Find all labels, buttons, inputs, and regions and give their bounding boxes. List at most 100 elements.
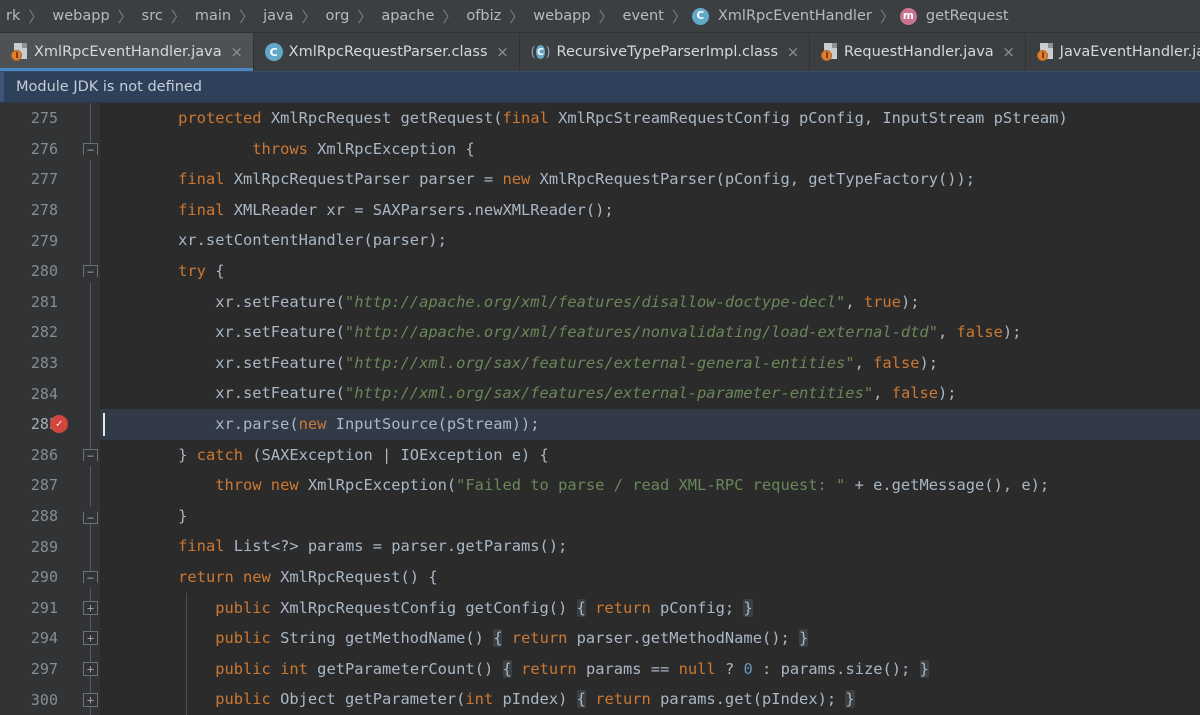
fold-column[interactable]: − (82, 500, 100, 532)
fold-column[interactable] (82, 378, 100, 409)
fold-column[interactable]: − (82, 133, 100, 165)
fold-column[interactable]: + (82, 592, 100, 624)
code-line[interactable]: 300 + public Object getParameter(int pInd… (0, 684, 1200, 715)
breadcrumb-item-xmlrpceventhandler[interactable]: C XmlRpcEventHandler (690, 0, 877, 32)
fold-collapse-icon[interactable]: − (83, 448, 98, 462)
line-number: 287 (30, 476, 58, 495)
editor-gutter[interactable]: 289 (0, 531, 100, 562)
editor-gutter[interactable]: 297 + (0, 653, 100, 685)
editor-gutter[interactable]: 275 (0, 103, 100, 134)
editor-tab-javaeventhandler-java[interactable]: JavaEventHandler.java× (1026, 33, 1200, 71)
line-number: 276 (30, 139, 58, 158)
fold-column[interactable]: + (82, 623, 100, 654)
editor-gutter[interactable]: 284 (0, 378, 100, 409)
breadcrumb-item-getrequest[interactable]: m getRequest (898, 0, 1014, 32)
code-line[interactable]: 294 + public String getMethodName() { ret… (0, 623, 1200, 654)
editor-gutter[interactable]: 277 (0, 164, 100, 195)
editor-gutter[interactable]: 282 (0, 317, 100, 348)
fold-column[interactable] (82, 103, 100, 134)
fold-column[interactable] (82, 317, 100, 348)
code-line[interactable]: 280 − try { (0, 255, 1200, 287)
fold-column[interactable] (82, 286, 100, 318)
code-line[interactable]: 285 ✓ xr.parse(new InputSource(pStream)); (0, 408, 1200, 440)
code-line[interactable]: 283 xr.setFeature("http://xml.org/sax/fe… (0, 347, 1200, 379)
code-line[interactable]: 277 final XmlRpcRequestParser parser = n… (0, 164, 1200, 195)
fold-collapse-icon[interactable]: − (83, 265, 98, 279)
fold-guide-line (90, 225, 91, 256)
breadcrumb-item-ofbiz[interactable]: ofbiz (460, 0, 506, 32)
close-icon[interactable]: × (496, 44, 510, 60)
code-line[interactable]: 291 + public XmlRpcRequestConfig getConfi… (0, 592, 1200, 624)
breadcrumb-item-main[interactable]: main (189, 0, 236, 32)
code-line[interactable]: 278 final XMLReader xr = SAXParsers.newX… (0, 194, 1200, 226)
breadcrumb-item-src[interactable]: src (136, 0, 168, 32)
close-icon[interactable]: × (1002, 44, 1016, 60)
breadcrumb-item-webapp[interactable]: webapp (527, 0, 595, 32)
editor-gutter[interactable]: 285 ✓ (0, 408, 100, 440)
code-text: return new XmlRpcRequest() { (178, 567, 438, 586)
breadcrumb-separator: 〉 (117, 7, 133, 26)
editor-gutter[interactable]: 288 − (0, 500, 100, 532)
fold-collapse-end-icon[interactable]: − (83, 512, 98, 525)
code-line[interactable]: 287 throw new XmlRpcException("Failed to… (0, 470, 1200, 501)
fold-column[interactable] (82, 531, 100, 562)
code-line[interactable]: 289 final List<?> params = parser.getPar… (0, 531, 1200, 562)
breadcrumb-item-webapp[interactable]: webapp (46, 0, 114, 32)
fold-column[interactable]: − (82, 439, 100, 471)
fold-guide-line (90, 194, 91, 226)
code-line[interactable]: 284 xr.setFeature("http://xml.org/sax/fe… (0, 378, 1200, 409)
editor-tab-xmlrpceventhandler-java[interactable]: XmlRpcEventHandler.java × (0, 33, 254, 71)
breakpoint-icon[interactable]: ✓ (50, 415, 68, 434)
fold-column[interactable] (82, 194, 100, 226)
editor-gutter[interactable]: 278 (0, 194, 100, 226)
code-line[interactable]: 281 xr.setFeature("http://apache.org/xml… (0, 286, 1200, 318)
code-line[interactable]: 297 + public int getParameterCount() { re… (0, 653, 1200, 685)
code-line[interactable]: 282 xr.setFeature("http://apache.org/xml… (0, 317, 1200, 348)
fold-column[interactable] (82, 225, 100, 256)
breadcrumb-item-java[interactable]: java (257, 0, 298, 32)
editor-gutter[interactable]: 300 + (0, 684, 100, 715)
code-line[interactable]: 276 − throws XmlRpcException { (0, 133, 1200, 165)
notification-banner[interactable]: Module JDK is not defined (0, 71, 1200, 103)
editor-tab-recursivetypeparserimpl-class[interactable]: (C) RecursiveTypeParserImpl.class × (520, 33, 811, 71)
close-icon[interactable]: × (786, 44, 800, 60)
fold-column[interactable]: − (82, 255, 100, 287)
editor-gutter[interactable]: 279 (0, 225, 100, 256)
fold-column[interactable] (82, 164, 100, 195)
editor-gutter[interactable]: 283 (0, 347, 100, 379)
editor-gutter[interactable]: 286 − (0, 439, 100, 471)
editor-gutter[interactable]: 280 − (0, 255, 100, 287)
editor-tab-requesthandler-java[interactable]: RequestHandler.java × (810, 33, 1026, 71)
fold-expand-icon[interactable]: + (83, 661, 98, 676)
fold-expand-icon[interactable]: + (83, 631, 98, 646)
editor-gutter[interactable]: 287 (0, 470, 100, 501)
fold-column[interactable] (82, 408, 100, 440)
fold-expand-icon[interactable]: + (83, 692, 98, 707)
breadcrumb-item-event[interactable]: event (617, 0, 669, 32)
fold-column[interactable]: − (82, 561, 100, 593)
breadcrumb-item-rk[interactable]: rk (0, 0, 25, 32)
editor-gutter[interactable]: 291 + (0, 592, 100, 624)
editor-gutter[interactable]: 281 (0, 286, 100, 318)
editor-gutter[interactable]: 276 − (0, 133, 100, 165)
code-line[interactable]: 290 − return new XmlRpcRequest() { (0, 561, 1200, 593)
fold-column[interactable] (82, 470, 100, 501)
fold-collapse-icon[interactable]: − (83, 571, 98, 585)
editor-gutter[interactable]: 290 − (0, 561, 100, 593)
editor-gutter[interactable]: 294 + (0, 623, 100, 654)
code-line[interactable]: 288 − } (0, 500, 1200, 532)
fold-expand-icon[interactable]: + (83, 600, 98, 615)
code-line[interactable]: 286 − } catch (SAXException | IOException… (0, 439, 1200, 471)
fold-column[interactable] (82, 347, 100, 379)
fold-column[interactable]: + (82, 684, 100, 715)
code-line[interactable]: 275 protected XmlRpcRequest getRequest(f… (0, 103, 1200, 134)
fold-column[interactable]: + (82, 653, 100, 685)
editor-tab-xmlrpcrequestparser-class[interactable]: C XmlRpcRequestParser.class × (254, 33, 520, 71)
breadcrumb-separator: 〉 (239, 7, 255, 26)
code-line[interactable]: 279 xr.setContentHandler(parser); (0, 225, 1200, 256)
fold-collapse-icon[interactable]: − (83, 142, 98, 156)
breadcrumb-item-org[interactable]: org (320, 0, 355, 32)
code-editor[interactable]: 275 protected XmlRpcRequest getRequest(f… (0, 103, 1200, 715)
breadcrumb-item-apache[interactable]: apache (375, 0, 439, 32)
close-icon[interactable]: × (230, 44, 244, 60)
